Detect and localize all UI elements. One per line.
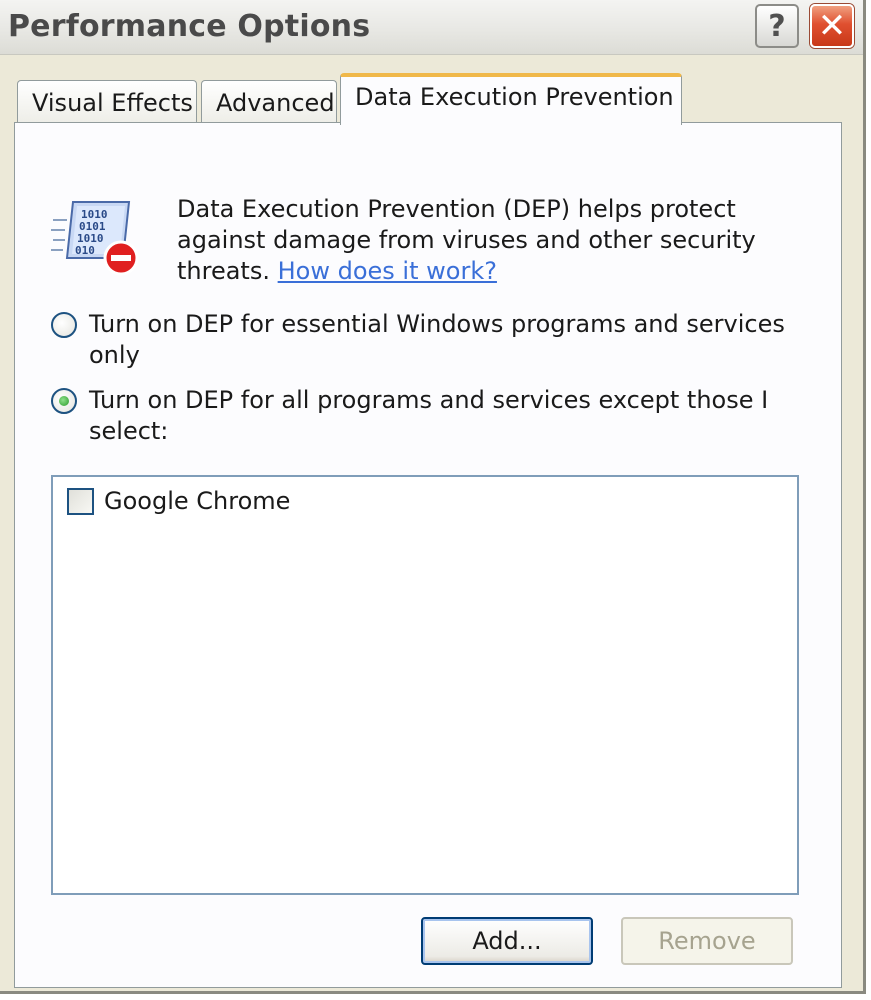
excluded-programs-list[interactable]: Google Chrome — [51, 475, 799, 895]
tab-advanced[interactable]: Advanced — [201, 80, 337, 122]
add-button[interactable]: Add... — [421, 917, 593, 965]
help-icon: ? — [768, 8, 786, 44]
close-button[interactable]: ✕ — [810, 4, 854, 48]
how-does-it-work-link[interactable]: How does it work? — [278, 257, 497, 285]
dep-all-programs-label: Turn on DEP for all programs and service… — [89, 386, 769, 445]
remove-button: Remove — [621, 917, 793, 965]
help-button[interactable]: ? — [755, 4, 799, 48]
dep-essential-radio[interactable] — [51, 312, 77, 338]
dep-essential-label: Turn on DEP for essential Windows progra… — [89, 310, 785, 369]
close-icon: ✕ — [817, 6, 847, 46]
svg-text:010: 010 — [75, 244, 95, 257]
google-chrome-checkbox[interactable] — [67, 488, 94, 515]
window-title: Performance Options — [8, 9, 371, 44]
dep-shield-icon: 1010 0101 1010 010 — [51, 201, 139, 276]
dep-tab-panel: 1010 0101 1010 010 Data Execution Preven… — [14, 122, 842, 988]
title-bar[interactable]: Performance Options ? ✕ — [0, 0, 863, 55]
dep-description: Data Execution Prevention (DEP) helps pr… — [177, 194, 797, 287]
performance-options-window: Performance Options ? ✕ Visual Effects A… — [0, 0, 866, 994]
dep-all-programs-radio[interactable] — [51, 388, 77, 414]
program-label: Google Chrome — [104, 487, 291, 515]
tab-visual-effects[interactable]: Visual Effects — [17, 80, 197, 122]
tab-data-execution-prevention[interactable]: Data Execution Prevention — [340, 73, 682, 125]
